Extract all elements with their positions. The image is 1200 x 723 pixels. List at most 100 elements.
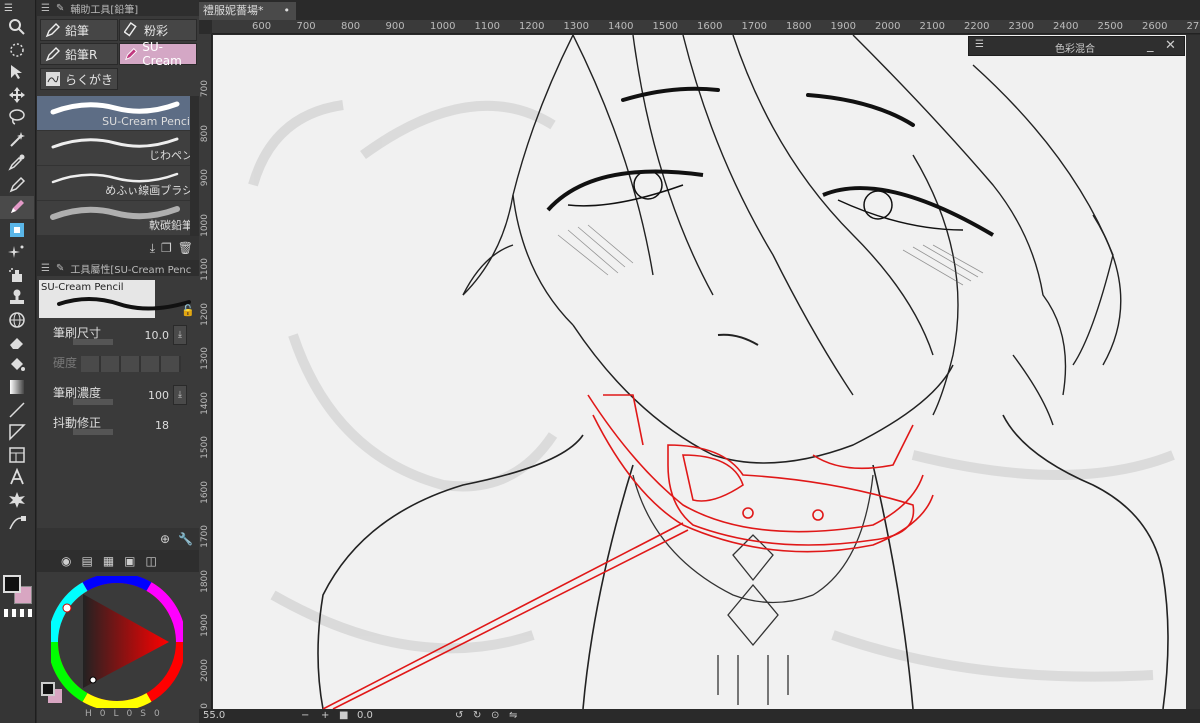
- reset-rotation-icon[interactable]: ⊙: [491, 710, 499, 721]
- hardness-steps[interactable]: [81, 356, 181, 372]
- list-item[interactable]: めふぃ線画ブラシ: [37, 166, 199, 201]
- sketch-artwork: [248, 35, 1175, 709]
- triangle-icon: [9, 424, 26, 442]
- rotate-right-icon[interactable]: ↻: [473, 710, 481, 721]
- settings-icon[interactable]: ⊕: [160, 532, 170, 546]
- drawing-canvas[interactable]: [213, 35, 1186, 709]
- stamp-icon: [10, 289, 24, 305]
- magnifier-icon: [9, 19, 25, 35]
- globe-icon: [9, 312, 25, 328]
- canvas-vertical-scrollbar[interactable]: [1186, 35, 1200, 709]
- brush-size-slider[interactable]: [73, 339, 113, 345]
- brush-density-slider[interactable]: [73, 399, 113, 405]
- menu-icon[interactable]: ☰: [4, 3, 13, 14]
- subtool-title-bar: ☰ ✎ 輔助工具[鉛筆]: [37, 0, 199, 16]
- hardness-property: 硬度: [47, 352, 187, 380]
- color-wheel[interactable]: [51, 576, 183, 708]
- stabilization-property: 抖動修正 18: [47, 412, 187, 440]
- intermediate-color-tab-icon[interactable]: ▣: [124, 554, 135, 568]
- zoom-tool[interactable]: [0, 16, 34, 39]
- wrench-icon[interactable]: 🔧: [178, 532, 193, 546]
- flip-icon[interactable]: ⇋: [509, 710, 517, 721]
- ruler-tick: 1800: [200, 569, 210, 593]
- rotate-left-icon[interactable]: ↺: [455, 710, 463, 721]
- trash-icon[interactable]: 🗑: [178, 241, 193, 255]
- eraser-tool[interactable]: [0, 331, 34, 354]
- brush-density-dropdown[interactable]: ⤓: [173, 385, 187, 405]
- menu-icon[interactable]: ☰: [975, 39, 984, 50]
- ruler-tick: 2200: [964, 21, 990, 32]
- lasso-tool[interactable]: [0, 106, 34, 129]
- magic-wand-tool[interactable]: [0, 129, 34, 152]
- airbrush-tool[interactable]: [0, 241, 34, 264]
- line-tool[interactable]: [0, 399, 34, 422]
- download-icon[interactable]: ⤓: [150, 241, 155, 256]
- zoom-out-button[interactable]: −: [301, 710, 309, 721]
- menu-icon[interactable]: ☰: [41, 3, 50, 14]
- close-tab-icon[interactable]: •: [284, 2, 291, 20]
- list-item[interactable]: 軟碳鉛筆: [37, 201, 199, 236]
- figure-tool[interactable]: [0, 309, 34, 332]
- close-icon[interactable]: ✕: [1165, 38, 1176, 53]
- fit-icon[interactable]: ■: [339, 710, 348, 721]
- menu-icon[interactable]: ☰: [41, 263, 50, 274]
- correct-line-tool[interactable]: [0, 511, 34, 534]
- color-mixing-window: ☰ 色彩混合 _ ✕: [968, 36, 1185, 56]
- tab-su-cream[interactable]: SU-Cream: [119, 40, 197, 68]
- burst-icon: [9, 491, 25, 508]
- copy-icon[interactable]: ❐: [161, 241, 172, 255]
- text-tool[interactable]: [0, 466, 34, 489]
- pencil-icon: [11, 200, 24, 214]
- brush-list-footer: ⤓ ❐ 🗑: [37, 236, 199, 260]
- decoration-tool[interactable]: [0, 264, 34, 287]
- pencil-tool[interactable]: [0, 196, 34, 219]
- ruler-tick: 1700: [741, 21, 767, 32]
- main-color-swatch[interactable]: [3, 575, 21, 593]
- brush-size-dropdown[interactable]: ⤓: [173, 325, 187, 345]
- history-tab-icon[interactable]: ◫: [146, 554, 157, 568]
- list-item[interactable]: SU-Cream Pencil: [37, 96, 199, 131]
- transparent-color-swatch[interactable]: [4, 609, 32, 617]
- ruler-tick: 2000: [875, 21, 901, 32]
- select-tool[interactable]: [0, 39, 34, 62]
- main-color-chip[interactable]: [41, 682, 55, 696]
- tab-pastel[interactable]: 粉彩: [119, 19, 197, 41]
- brush-list-scrollbar[interactable]: [190, 96, 199, 236]
- ruler-tick: 2500: [1097, 21, 1123, 32]
- panel-tool[interactable]: [0, 444, 34, 467]
- subtool-group-tabs: 鉛筆 粉彩 鉛筆R SU-Cream らくがき: [37, 16, 199, 96]
- stabilization-slider[interactable]: [73, 429, 113, 435]
- subtool-title: 輔助工具[鉛筆]: [70, 4, 139, 16]
- minimize-icon[interactable]: _: [1147, 38, 1154, 53]
- zoom-in-button[interactable]: +: [321, 710, 329, 721]
- tab-pencil-r[interactable]: 鉛筆R: [40, 43, 118, 65]
- cursor-icon: [11, 65, 22, 80]
- gradient-tool[interactable]: [0, 376, 34, 399]
- move-tool[interactable]: [0, 84, 34, 107]
- tab-pencil[interactable]: 鉛筆: [40, 19, 118, 41]
- color-slider-tab-icon[interactable]: ▤: [81, 554, 92, 568]
- pen-tool[interactable]: [0, 174, 34, 197]
- tab-rakugaki[interactable]: らくがき: [40, 68, 118, 90]
- brush-list: SU-Cream Pencil じわペン めふぃ線画ブラシ 軟碳鉛筆: [37, 96, 199, 236]
- frame-tool[interactable]: [0, 421, 34, 444]
- color-set-tab-icon[interactable]: ▦: [103, 554, 114, 568]
- lock-icon[interactable]: 🔓: [181, 304, 195, 317]
- stamp-tool[interactable]: [0, 286, 34, 309]
- zoom-value[interactable]: 55.0: [203, 710, 225, 721]
- toolbar-header: ☰: [0, 0, 35, 16]
- fill-tool[interactable]: [0, 354, 34, 377]
- color-wheel-tab-icon[interactable]: ◉: [61, 554, 71, 568]
- rotation-value[interactable]: 0.0: [357, 710, 373, 721]
- pastel-icon: [124, 22, 137, 37]
- balloon-tool[interactable]: [0, 489, 34, 512]
- brush-tool[interactable]: [0, 219, 34, 242]
- document-tab[interactable]: 禮服妮薔場* •: [199, 2, 296, 20]
- horizontal-ruler: 600 700 800 900 1000 1100 1200 1300 1400 1500 1600…: [212, 20, 1200, 34]
- clip-studio-window: ☰ ☰ ✎ 輔助工具[鉛筆] 鉛筆 粉彩 鉛筆R SU-Cream らくがき S…: [0, 0, 1200, 723]
- list-item[interactable]: じわペン: [37, 131, 199, 166]
- eyedropper-tool[interactable]: [0, 151, 34, 174]
- ruler-tick: 1100: [200, 258, 210, 281]
- selection-icon: [10, 43, 24, 57]
- object-tool[interactable]: [0, 61, 34, 84]
